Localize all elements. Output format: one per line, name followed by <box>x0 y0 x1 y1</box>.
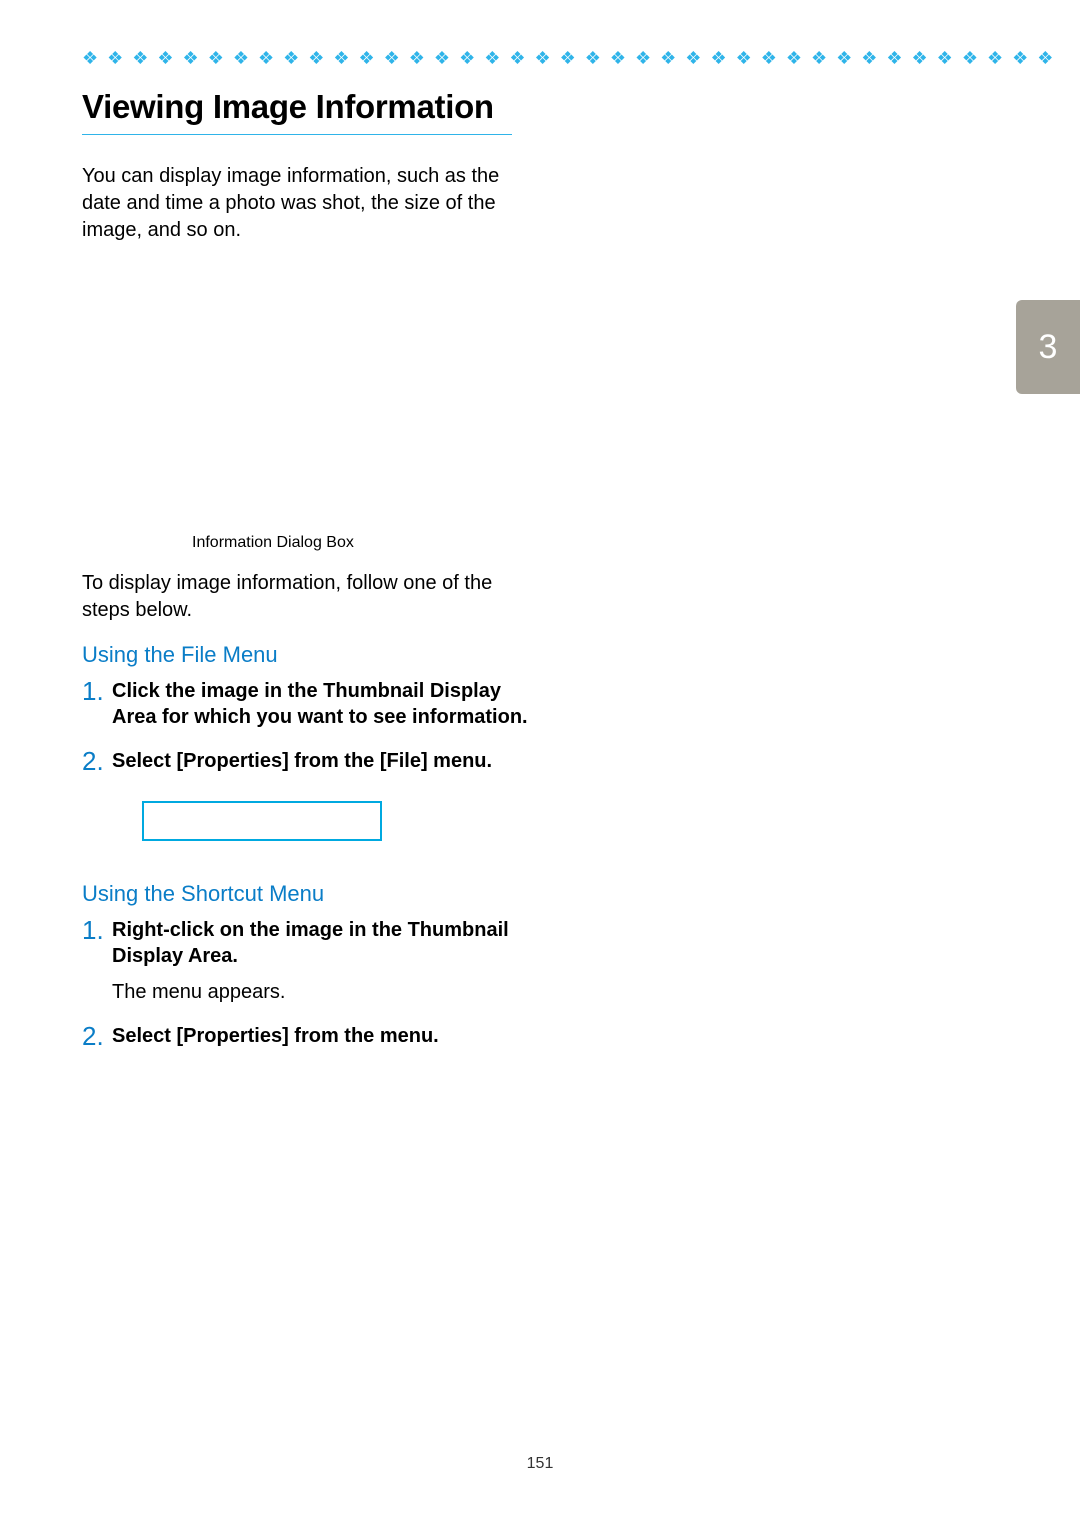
shortcut-menu-step-2: 2. Select [Properties] from the menu. <box>82 1023 542 1050</box>
section-heading-file-menu: Using the File Menu <box>82 642 542 668</box>
page-content: Viewing Image Information You can displa… <box>82 88 542 1069</box>
shortcut-menu-step-1: 1. Right-click on the image in the Thumb… <box>82 917 542 1005</box>
step-text: Select [Properties] from the menu. <box>112 1023 439 1049</box>
section-heading-shortcut-menu: Using the Shortcut Menu <box>82 881 542 907</box>
step-text: Select [Properties] from the [File] menu… <box>112 748 492 774</box>
step-text: Click the image in the Thumbnail Display… <box>112 678 542 730</box>
step-number: 1. <box>82 917 112 944</box>
file-menu-step-2: 2. Select [Properties] from the [File] m… <box>82 748 542 775</box>
figure-caption: Information Dialog Box <box>192 534 542 552</box>
file-menu-step-1: 1. Click the image in the Thumbnail Disp… <box>82 678 542 730</box>
screenshot-placeholder-box <box>142 801 382 841</box>
page-number: 151 <box>0 1455 1080 1473</box>
step-note: The menu appears. <box>112 979 542 1005</box>
step-number: 1. <box>82 678 112 705</box>
follow-paragraph: To display image information, follow one… <box>82 570 532 624</box>
intro-paragraph: You can display image information, such … <box>82 163 532 244</box>
step-number: 2. <box>82 748 112 775</box>
step-number: 2. <box>82 1023 112 1050</box>
decorative-diamond-border: ❖ ❖ ❖ ❖ ❖ ❖ ❖ ❖ ❖ ❖ ❖ ❖ ❖ ❖ ❖ ❖ ❖ ❖ ❖ ❖ … <box>82 48 1060 66</box>
step-text: Right-click on the image in the Thumbnai… <box>112 917 542 1005</box>
step-bold-text: Right-click on the image in the Thumbnai… <box>112 919 509 967</box>
chapter-tab: 3 <box>1016 300 1080 394</box>
page-title: Viewing Image Information <box>82 88 512 135</box>
